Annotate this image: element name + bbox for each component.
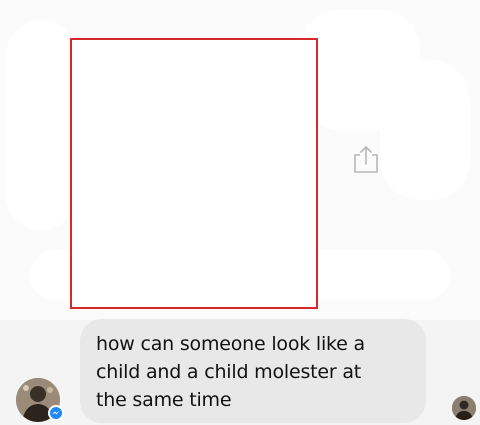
- share-icon: [354, 145, 378, 173]
- message-line: child and a child molester at: [96, 361, 362, 383]
- share-button[interactable]: [351, 143, 381, 175]
- messenger-badge-icon: [48, 405, 64, 421]
- message-line: how can someone look like a: [96, 333, 365, 355]
- scribble-mark: [380, 60, 470, 200]
- seen-avatar-image: [452, 396, 476, 420]
- message-line: the same time: [96, 389, 232, 411]
- scribble-mark: [6, 20, 76, 230]
- image-attachment[interactable]: [70, 38, 318, 309]
- message-bubble[interactable]: how can someone look like a child and a …: [80, 319, 426, 423]
- seen-avatar: [452, 396, 476, 420]
